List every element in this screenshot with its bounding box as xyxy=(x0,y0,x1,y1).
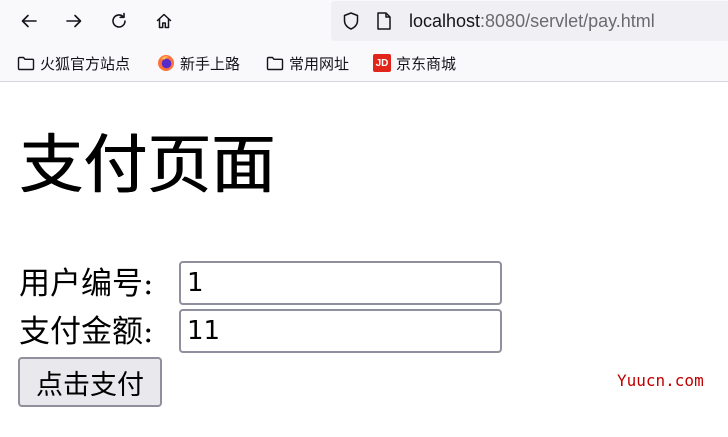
bookmark-label: 常用网址 xyxy=(289,54,350,73)
amount-input[interactable] xyxy=(179,309,502,353)
back-button[interactable] xyxy=(14,6,44,36)
amount-label: 支付金额: xyxy=(19,314,154,350)
user-id-label: 用户编号: xyxy=(19,266,154,302)
forward-button[interactable] xyxy=(59,6,89,36)
bookmarks-toolbar: 火狐官方站点 新手上路 常用网址 JD 京东商城 xyxy=(0,43,728,82)
bookmark-common-sites[interactable]: 常用网址 xyxy=(266,52,349,74)
shield-icon[interactable] xyxy=(341,11,361,31)
pay-button[interactable]: 点击支付 xyxy=(18,357,162,407)
bookmark-label: 京东商城 xyxy=(396,54,457,73)
page-content: 支付页面 用户编号: 支付金额: 点击支付 Yuucn.com xyxy=(0,82,728,437)
home-button[interactable] xyxy=(149,6,179,36)
url-bar[interactable]: localhost:8080/servlet/pay.html xyxy=(331,1,728,41)
firefox-icon xyxy=(158,55,174,71)
page-title: 支付页面 xyxy=(19,129,275,203)
bookmark-firefox-official[interactable]: 火狐官方站点 xyxy=(17,52,130,74)
reload-button[interactable] xyxy=(104,6,134,36)
user-id-row: 用户编号: xyxy=(19,261,509,307)
page-info-icon[interactable] xyxy=(375,11,393,31)
bookmark-label: 新手上路 xyxy=(180,54,241,73)
forward-arrow-icon xyxy=(66,14,82,28)
url-text[interactable]: localhost:8080/servlet/pay.html xyxy=(409,10,655,32)
watermark-text: Yuucn.com xyxy=(617,371,704,390)
url-host: localhost xyxy=(409,11,481,31)
bookmark-label: 火狐官方站点 xyxy=(40,54,131,73)
browser-toolbar: localhost:8080/servlet/pay.html xyxy=(0,0,728,43)
user-id-input[interactable] xyxy=(179,261,502,305)
amount-row: 支付金额: xyxy=(19,309,509,355)
reload-icon xyxy=(112,12,126,28)
folder-icon xyxy=(266,56,284,71)
bookmark-getting-started[interactable]: 新手上路 xyxy=(157,52,240,74)
home-icon xyxy=(156,13,172,29)
jd-icon: JD xyxy=(373,54,391,72)
back-arrow-icon xyxy=(21,14,37,28)
url-path: :8080/servlet/pay.html xyxy=(480,11,655,31)
folder-icon xyxy=(17,56,35,71)
bookmark-jd-mall[interactable]: JD 京东商城 xyxy=(373,52,456,74)
